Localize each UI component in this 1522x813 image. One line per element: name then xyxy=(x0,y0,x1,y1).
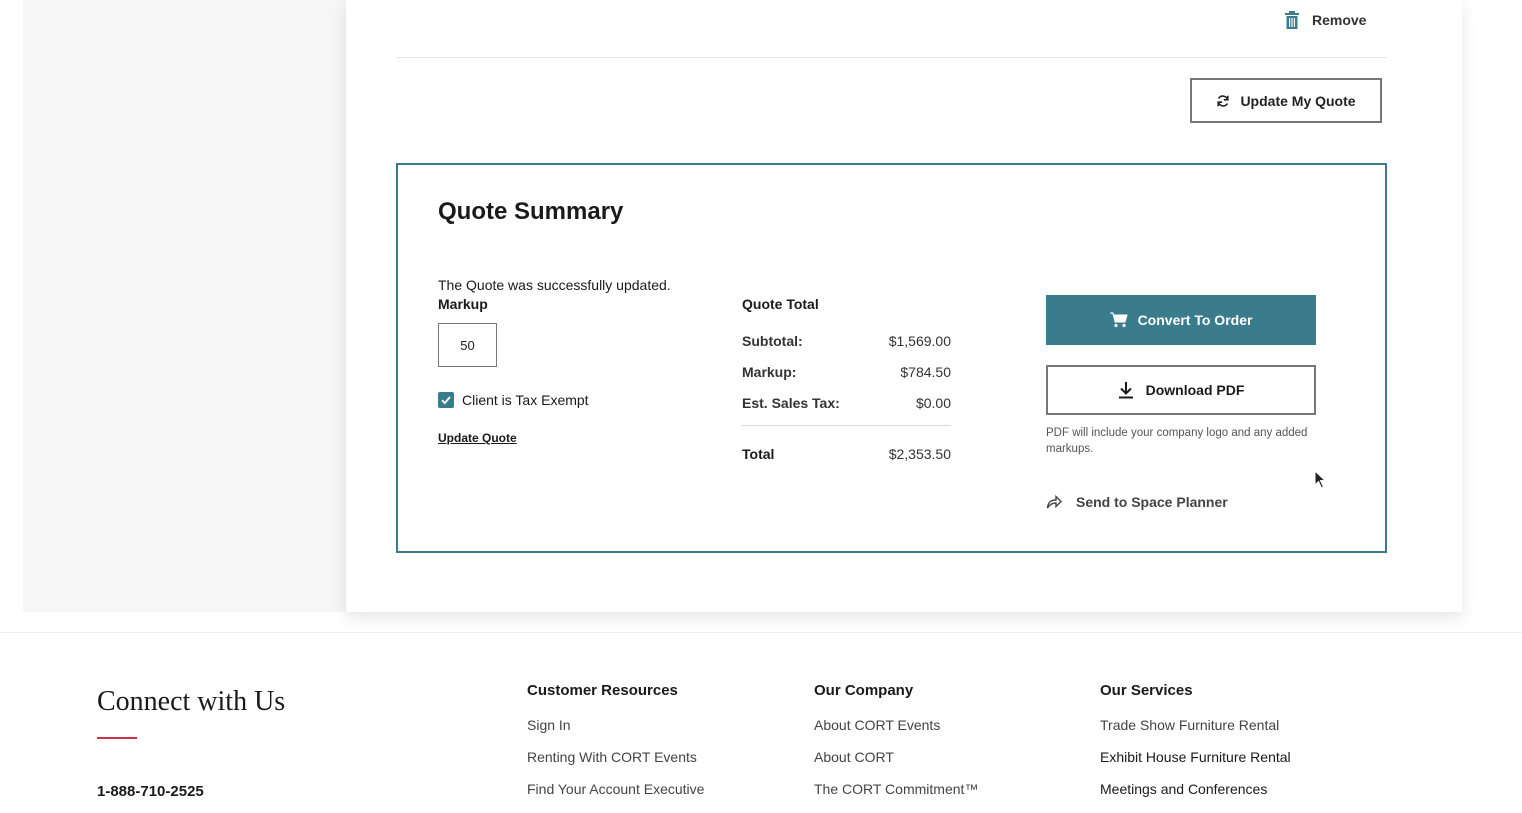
download-icon xyxy=(1118,382,1133,399)
remove-label: Remove xyxy=(1312,12,1367,28)
trash-icon xyxy=(1285,11,1299,29)
tax-exempt-label: Client is Tax Exempt xyxy=(462,392,589,408)
footer-link-trade-show-furniture-rental[interactable]: Trade Show Furniture Rental xyxy=(1100,717,1291,749)
subtotal-value: $1,569.00 xyxy=(888,333,951,349)
update-my-quote-button[interactable]: Update My Quote xyxy=(1190,78,1382,123)
site-footer xyxy=(0,632,1522,810)
mouse-cursor-icon xyxy=(1314,470,1327,489)
footer-link-find-account-executive[interactable]: Find Your Account Executive xyxy=(527,781,704,813)
footer-link-renting-with-cort-events[interactable]: Renting With CORT Events xyxy=(527,749,704,781)
send-to-space-planner-button[interactable]: Send to Space Planner xyxy=(1046,493,1228,511)
footer-column-heading: Customer Resources xyxy=(527,682,678,699)
tax-exempt-checkbox[interactable] xyxy=(438,392,454,408)
footer-link-about-cort-events[interactable]: About CORT Events xyxy=(814,717,978,749)
tax-exempt-checkbox-row[interactable]: Client is Tax Exempt xyxy=(438,391,589,409)
footer-link-meetings-and-conferences[interactable]: Meetings and Conferences xyxy=(1100,781,1291,813)
remove-button[interactable]: Remove xyxy=(1284,10,1366,30)
footer-column-customer-resources: Customer Resources Sign In Renting With … xyxy=(527,682,704,813)
footer-link-about-cort[interactable]: About CORT xyxy=(814,749,978,781)
update-quote-link[interactable]: Update Quote xyxy=(438,431,517,445)
download-pdf-button[interactable]: Download PDF xyxy=(1046,365,1316,415)
success-message: The Quote was successfully updated. xyxy=(438,277,671,293)
footer-link-cort-commitment[interactable]: The CORT Commitment™ xyxy=(814,781,978,813)
checkmark-icon xyxy=(441,396,451,405)
markup-total-value: $784.50 xyxy=(900,364,951,380)
quote-total-title: Quote Total xyxy=(742,296,819,312)
sales-tax-row: Est. Sales Tax: $0.00 xyxy=(742,395,951,411)
footer-phone-link[interactable]: 1-888-710-2525 xyxy=(97,783,204,800)
footer-column-heading: Our Company xyxy=(814,682,914,699)
convert-to-order-button[interactable]: Convert To Order xyxy=(1046,295,1316,345)
update-my-quote-label: Update My Quote xyxy=(1240,92,1356,109)
markup-input[interactable] xyxy=(438,323,497,367)
subtotal-row: Subtotal: $1,569.00 xyxy=(742,333,951,349)
quote-summary-title: Quote Summary xyxy=(438,198,624,225)
left-rail xyxy=(23,0,346,612)
send-to-space-planner-label: Send to Space Planner xyxy=(1076,494,1228,510)
download-pdf-label: Download PDF xyxy=(1145,382,1245,398)
footer-column-our-services: Our Services Trade Show Furniture Rental… xyxy=(1100,682,1291,813)
subtotal-label: Subtotal: xyxy=(742,333,803,349)
total-value: $2,353.50 xyxy=(888,446,951,462)
footer-column-our-company: Our Company About CORT Events About CORT… xyxy=(814,682,978,813)
total-row: Total $2,353.50 xyxy=(742,446,951,462)
refresh-icon xyxy=(1217,94,1230,107)
footer-link-sign-in[interactable]: Sign In xyxy=(527,717,704,749)
connect-with-us-heading: Connect with Us xyxy=(97,686,286,717)
totals-divider xyxy=(742,425,951,426)
footer-link-exhibit-house-furniture-rental[interactable]: Exhibit House Furniture Rental xyxy=(1100,749,1291,781)
connect-heading-underline xyxy=(97,737,137,739)
convert-to-order-label: Convert To Order xyxy=(1137,312,1253,328)
total-label: Total xyxy=(742,446,775,462)
share-arrow-icon xyxy=(1046,495,1062,509)
markup-row: Markup: $784.50 xyxy=(742,364,951,380)
sales-tax-value: $0.00 xyxy=(915,395,951,411)
pdf-note: PDF will include your company logo and a… xyxy=(1046,427,1308,455)
markup-total-label: Markup: xyxy=(742,364,797,380)
divider xyxy=(396,57,1387,58)
footer-column-heading: Our Services xyxy=(1100,682,1193,699)
sales-tax-label: Est. Sales Tax: xyxy=(742,395,840,411)
markup-label: Markup xyxy=(438,296,488,312)
cart-icon xyxy=(1109,312,1128,328)
